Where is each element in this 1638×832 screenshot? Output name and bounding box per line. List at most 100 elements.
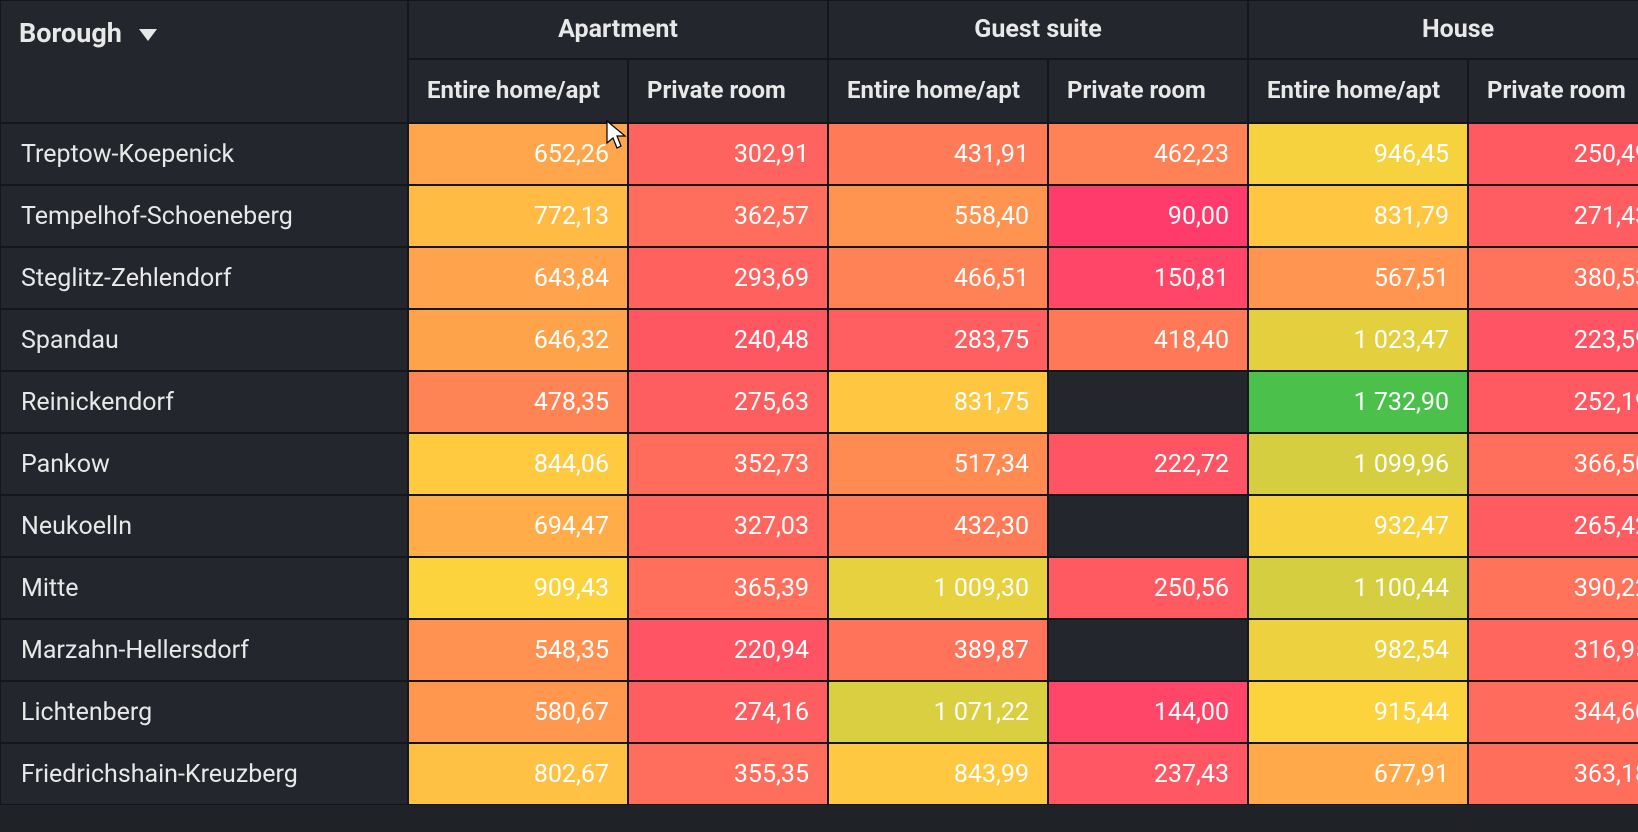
heatmap-cell[interactable]: 223,59 [1468, 309, 1638, 371]
heatmap-cell[interactable]: 1 009,30 [828, 557, 1048, 619]
heatmap-cell[interactable]: 802,67 [408, 743, 628, 805]
col-group-guest-suite[interactable]: Guest suite [828, 0, 1248, 59]
heatmap-cell[interactable]: 652,26 [408, 123, 628, 185]
heatmap-cell[interactable]: 831,75 [828, 371, 1048, 433]
subcol-apt-entire[interactable]: Entire home/apt [408, 59, 628, 123]
heatmap-cell[interactable]: 362,57 [628, 185, 828, 247]
row-label[interactable]: Treptow-Koepenick [0, 123, 408, 185]
pivot-heatmap-table: Borough Apartment Guest suite House Enti… [0, 0, 1638, 805]
heatmap-cell[interactable]: 240,48 [628, 309, 828, 371]
heatmap-cell[interactable]: 982,54 [1248, 619, 1468, 681]
table-row: Spandau646,32240,48283,75418,401 023,472… [0, 309, 1638, 371]
row-label[interactable]: Friedrichshain-Kreuzberg [0, 743, 408, 805]
heatmap-cell[interactable]: 1 732,90 [1248, 371, 1468, 433]
heatmap-cell[interactable]: 677,91 [1248, 743, 1468, 805]
heatmap-cell[interactable]: 90,00 [1048, 185, 1248, 247]
heatmap-cell[interactable]: 150,81 [1048, 247, 1248, 309]
heatmap-cell[interactable]: 844,06 [408, 433, 628, 495]
heatmap-cell[interactable]: 466,51 [828, 247, 1048, 309]
heatmap-cell[interactable]: 909,43 [408, 557, 628, 619]
heatmap-cell[interactable]: 567,51 [1248, 247, 1468, 309]
heatmap-cell[interactable]: 220,94 [628, 619, 828, 681]
table-row: Tempelhof-Schoeneberg772,13362,57558,409… [0, 185, 1638, 247]
heatmap-cell[interactable]: 580,67 [408, 681, 628, 743]
heatmap-cell[interactable]: 418,40 [1048, 309, 1248, 371]
sort-desc-icon [139, 29, 157, 41]
heatmap-cell[interactable]: 1 100,44 [1248, 557, 1468, 619]
heatmap-cell[interactable]: 390,22 [1468, 557, 1638, 619]
heatmap-cell[interactable]: 432,30 [828, 495, 1048, 557]
row-label[interactable]: Lichtenberg [0, 681, 408, 743]
table-row: Friedrichshain-Kreuzberg802,67355,35843,… [0, 743, 1638, 805]
row-label[interactable]: Tempelhof-Schoeneberg [0, 185, 408, 247]
heatmap-cell[interactable]: 380,53 [1468, 247, 1638, 309]
heatmap-cell[interactable]: 316,95 [1468, 619, 1638, 681]
row-label[interactable]: Steglitz-Zehlendorf [0, 247, 408, 309]
heatmap-cell[interactable]: 1 071,22 [828, 681, 1048, 743]
table-row: Mitte909,43365,391 009,30250,561 100,443… [0, 557, 1638, 619]
heatmap-cell[interactable]: 548,35 [408, 619, 628, 681]
table-row: Treptow-Koepenick652,26302,91431,91462,2… [0, 123, 1638, 185]
heatmap-cell[interactable] [1048, 619, 1248, 681]
heatmap-cell[interactable]: 363,18 [1468, 743, 1638, 805]
subcol-house-entire[interactable]: Entire home/apt [1248, 59, 1468, 123]
heatmap-cell[interactable]: 558,40 [828, 185, 1048, 247]
row-label[interactable]: Marzahn-Hellersdorf [0, 619, 408, 681]
heatmap-cell[interactable]: 643,84 [408, 247, 628, 309]
subcol-gs-private[interactable]: Private room [1048, 59, 1248, 123]
heatmap-cell[interactable]: 355,35 [628, 743, 828, 805]
row-label[interactable]: Reinickendorf [0, 371, 408, 433]
row-label[interactable]: Neukoelln [0, 495, 408, 557]
heatmap-cell[interactable]: 366,50 [1468, 433, 1638, 495]
row-dimension-label: Borough [19, 17, 122, 49]
subcol-house-private[interactable]: Private room [1468, 59, 1638, 123]
heatmap-cell[interactable]: 431,91 [828, 123, 1048, 185]
heatmap-cell[interactable]: 283,75 [828, 309, 1048, 371]
table-row: Marzahn-Hellersdorf548,35220,94389,87 982… [0, 619, 1638, 681]
subcol-gs-entire[interactable]: Entire home/apt [828, 59, 1048, 123]
heatmap-cell[interactable]: 694,47 [408, 495, 628, 557]
col-group-apartment[interactable]: Apartment [408, 0, 828, 59]
heatmap-cell[interactable]: 265,42 [1468, 495, 1638, 557]
table-row: Reinickendorf478,35275,63831,75 1 732,902… [0, 371, 1638, 433]
col-group-house[interactable]: House [1248, 0, 1638, 59]
heatmap-cell[interactable]: 274,16 [628, 681, 828, 743]
heatmap-cell[interactable]: 772,13 [408, 185, 628, 247]
heatmap-cell[interactable]: 144,00 [1048, 681, 1248, 743]
heatmap-cell[interactable]: 252,19 [1468, 371, 1638, 433]
heatmap-cell[interactable]: 222,72 [1048, 433, 1248, 495]
row-dimension-header[interactable]: Borough [0, 0, 408, 123]
row-label[interactable]: Mitte [0, 557, 408, 619]
table-row: Steglitz-Zehlendorf643,84293,69466,51150… [0, 247, 1638, 309]
heatmap-cell[interactable]: 293,69 [628, 247, 828, 309]
heatmap-cell[interactable]: 915,44 [1248, 681, 1468, 743]
table-row: Lichtenberg580,67274,161 071,22144,00915… [0, 681, 1638, 743]
heatmap-cell[interactable]: 462,23 [1048, 123, 1248, 185]
heatmap-cell[interactable]: 478,35 [408, 371, 628, 433]
heatmap-cell[interactable]: 302,91 [628, 123, 828, 185]
heatmap-cell[interactable]: 831,79 [1248, 185, 1468, 247]
heatmap-cell[interactable]: 237,43 [1048, 743, 1248, 805]
heatmap-cell[interactable]: 517,34 [828, 433, 1048, 495]
subcol-apt-private[interactable]: Private room [628, 59, 828, 123]
heatmap-cell[interactable]: 365,39 [628, 557, 828, 619]
heatmap-cell[interactable]: 389,87 [828, 619, 1048, 681]
heatmap-cell[interactable]: 275,63 [628, 371, 828, 433]
heatmap-cell[interactable]: 843,99 [828, 743, 1048, 805]
table-row: Pankow844,06352,73517,34222,721 099,9636… [0, 433, 1638, 495]
heatmap-cell[interactable]: 1 023,47 [1248, 309, 1468, 371]
heatmap-cell[interactable] [1048, 495, 1248, 557]
heatmap-cell[interactable]: 344,60 [1468, 681, 1638, 743]
heatmap-cell[interactable]: 271,43 [1468, 185, 1638, 247]
heatmap-cell[interactable]: 327,03 [628, 495, 828, 557]
heatmap-cell[interactable]: 646,32 [408, 309, 628, 371]
heatmap-cell[interactable]: 1 099,96 [1248, 433, 1468, 495]
heatmap-cell[interactable] [1048, 371, 1248, 433]
row-label[interactable]: Spandau [0, 309, 408, 371]
heatmap-cell[interactable]: 946,45 [1248, 123, 1468, 185]
heatmap-cell[interactable]: 250,49 [1468, 123, 1638, 185]
heatmap-cell[interactable]: 352,73 [628, 433, 828, 495]
row-label[interactable]: Pankow [0, 433, 408, 495]
heatmap-cell[interactable]: 250,56 [1048, 557, 1248, 619]
heatmap-cell[interactable]: 932,47 [1248, 495, 1468, 557]
